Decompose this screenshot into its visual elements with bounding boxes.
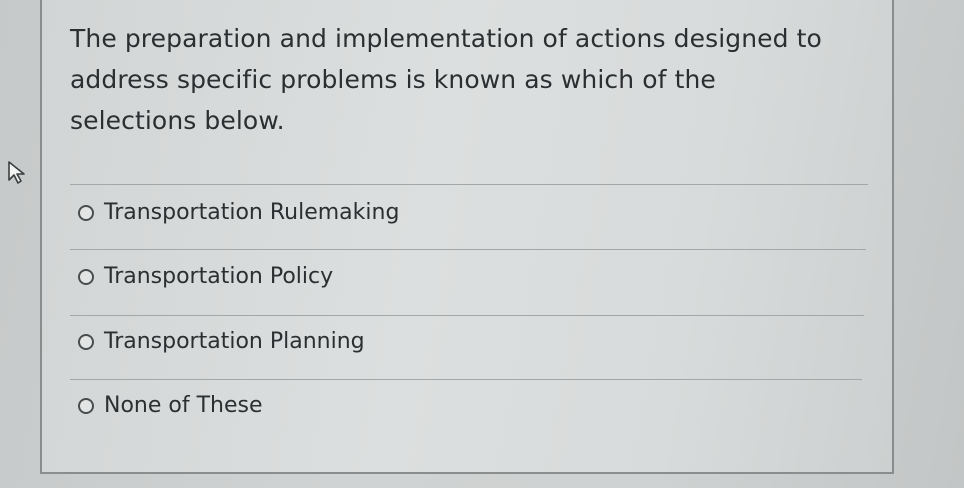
option-none-of-these[interactable]: None of These — [78, 393, 263, 418]
divider — [70, 184, 868, 185]
option-label: Transportation Policy — [104, 264, 334, 289]
mouse-pointer-icon — [6, 160, 28, 186]
divider — [70, 249, 866, 250]
divider — [70, 315, 864, 316]
option-transportation-planning[interactable]: Transportation Planning — [78, 329, 365, 354]
radio-unselected-icon[interactable] — [78, 268, 94, 285]
question-text: The preparation and implementation of ac… — [70, 24, 822, 135]
radio-unselected-icon[interactable] — [78, 397, 94, 414]
radio-unselected-icon[interactable] — [78, 204, 94, 221]
option-label: Transportation Planning — [104, 329, 365, 354]
option-label: None of These — [104, 393, 263, 418]
option-label: Transportation Rulemaking — [104, 200, 400, 225]
option-transportation-policy[interactable]: Transportation Policy — [78, 264, 333, 289]
question-card: The preparation and implementation of ac… — [40, 0, 894, 474]
option-transportation-rulemaking[interactable]: Transportation Rulemaking — [78, 200, 399, 225]
radio-unselected-icon[interactable] — [78, 333, 94, 350]
divider — [70, 379, 862, 380]
